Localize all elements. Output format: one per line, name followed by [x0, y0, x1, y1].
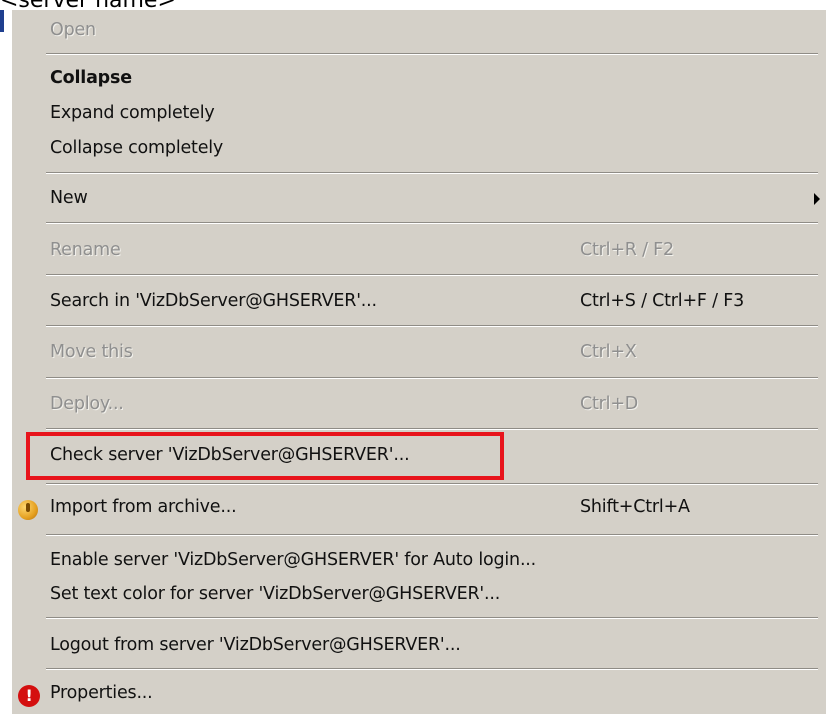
menu-item-deploy[interactable]: Deploy... Ctrl+D — [12, 394, 826, 418]
archive-import-icon — [18, 500, 38, 520]
menu-item-label: Set text color for server 'VizDbServer@G… — [50, 584, 501, 604]
menu-separator — [46, 428, 818, 430]
menu-item-label: Move this — [50, 342, 133, 362]
menu-item-label: Import from archive... — [50, 497, 237, 517]
menu-item-search[interactable]: Search in 'VizDbServer@GHSERVER'... Ctrl… — [12, 291, 826, 315]
menu-item-rename[interactable]: Rename Ctrl+R / F2 — [12, 240, 826, 264]
menu-item-label: Open — [50, 20, 96, 40]
menu-item-shortcut: Ctrl+R / F2 — [580, 240, 674, 260]
menu-item-label: Rename — [50, 240, 121, 260]
menu-item-set-text-color[interactable]: Set text color for server 'VizDbServer@G… — [12, 584, 826, 608]
menu-item-expand-completely[interactable]: Expand completely — [12, 103, 826, 127]
menu-item-collapse-completely[interactable]: Collapse completely — [12, 138, 826, 162]
menu-separator — [46, 172, 818, 174]
menu-item-label: Properties... — [50, 683, 153, 703]
tree-node-edge — [0, 10, 4, 32]
menu-item-import-archive[interactable]: Import from archive... Shift+Ctrl+A — [12, 497, 826, 523]
menu-separator — [46, 534, 818, 536]
menu-separator — [46, 274, 818, 276]
menu-item-logout[interactable]: Logout from server 'VizDbServer@GHSERVER… — [12, 635, 826, 659]
submenu-arrow-icon — [814, 193, 820, 205]
menu-item-move-this[interactable]: Move this Ctrl+X — [12, 342, 826, 366]
menu-separator — [46, 668, 818, 670]
context-menu: Open Collapse Expand completely Collapse… — [12, 10, 826, 714]
menu-item-shortcut: Shift+Ctrl+A — [580, 497, 690, 517]
menu-item-collapse[interactable]: Collapse — [12, 68, 826, 92]
menu-item-shortcut: Ctrl+D — [580, 394, 639, 414]
menu-separator — [46, 325, 818, 327]
menu-separator — [46, 483, 818, 485]
menu-item-label: New — [50, 188, 88, 208]
menu-item-label: Enable server 'VizDbServer@GHSERVER' for… — [50, 550, 537, 570]
menu-item-label: Collapse completely — [50, 138, 224, 158]
menu-item-label: Expand completely — [50, 103, 215, 123]
menu-item-label: Logout from server 'VizDbServer@GHSERVER… — [50, 635, 461, 655]
menu-item-label: Search in 'VizDbServer@GHSERVER'... — [50, 291, 377, 311]
properties-alert-icon: ! — [18, 685, 40, 707]
menu-item-enable-autologin[interactable]: Enable server 'VizDbServer@GHSERVER' for… — [12, 550, 826, 574]
menu-item-label: Deploy... — [50, 394, 124, 414]
menu-item-new[interactable]: New — [12, 188, 826, 212]
menu-separator — [46, 377, 818, 379]
menu-separator — [46, 617, 818, 619]
menu-item-shortcut: Ctrl+X — [580, 342, 637, 362]
menu-separator — [46, 222, 818, 224]
menu-item-shortcut: Ctrl+S / Ctrl+F / F3 — [580, 291, 745, 311]
menu-item-label: Collapse — [50, 68, 132, 88]
screenshot-canvas: <server name> Open Collapse Expand compl… — [0, 0, 827, 714]
menu-separator — [46, 53, 818, 55]
menu-item-properties[interactable]: ! Properties... — [12, 683, 826, 709]
highlight-annotation-box — [26, 432, 504, 480]
menu-item-open[interactable]: Open — [12, 20, 826, 44]
